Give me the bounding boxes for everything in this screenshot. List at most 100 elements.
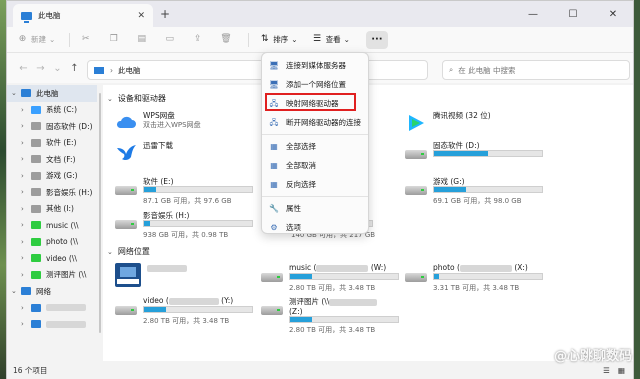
chevron-down-icon[interactable]: ⌄ [11,89,21,97]
paste-button[interactable]: ▤ [136,34,150,45]
chevron-right-icon[interactable]: › [21,238,31,246]
new-tab-button[interactable]: + [160,7,170,21]
tab-title: 此电脑 [38,11,61,20]
drive-e[interactable]: 软件 (E:) 87.1 GB 可用，共 97.6 GB [115,176,255,212]
menu-item[interactable]: ▦ 反向选择 [262,175,368,194]
sidebar-item[interactable]: › 其他 (I:) [7,201,97,218]
sidebar-item[interactable]: › 软件 (E:) [7,135,97,152]
menu-item-label: 全部选择 [286,142,316,151]
menu-item[interactable]: ▦ 全部取消 [262,156,368,175]
sidebar-item[interactable]: › 游戏 (G:) [7,168,97,185]
chevron-right-icon[interactable]: › [21,155,31,163]
recent-chevron-icon[interactable]: ⌄ [49,63,66,74]
chevron-right-icon[interactable]: › [21,221,31,229]
close-button[interactable]: ✕ [593,1,633,27]
chevron-right-icon[interactable]: › [21,122,31,130]
sidebar-item[interactable]: › [7,300,97,317]
sidebar-item[interactable]: › photo (\\ [7,234,97,251]
menu-item[interactable]: 🔧 属性 [262,199,368,218]
chevron-right-icon[interactable]: › [21,106,31,114]
chevron-right-icon[interactable]: › [21,205,31,213]
network-drive-x[interactable]: photo ( (X:) 3.31 TB 可用，共 3.48 TB [405,263,545,299]
drive-info: 双击进入WPS网盘 [143,121,201,129]
drive-free-space: 69.1 GB 可用，共 98.0 GB [433,197,522,205]
drive-name: 腾讯视频 (32 位) [433,111,491,120]
copy-button[interactable]: ❐ [108,34,122,45]
drive-free-space: 938 GB 可用，共 0.98 TB [143,231,229,239]
view-button[interactable]: ☰ 查看 ⌄ [312,34,350,45]
chevron-right-icon[interactable]: › [21,304,31,312]
menu-item[interactable]: 🖧 断开网络驱动器的连接 [262,113,368,132]
sidebar-item[interactable]: › 影音娱乐 (H:) [7,184,97,201]
item-count: 16 个项目 [13,365,48,375]
tab-this-pc[interactable]: 此电脑 ✕ [13,4,153,27]
drive-h[interactable]: 影音娱乐 (H:) 938 GB 可用，共 0.98 TB [115,210,255,246]
section-network[interactable]: ⌄ 网络位置 [107,246,150,257]
chevron-right-icon[interactable]: › [21,271,31,279]
sidebar-item[interactable]: › 测评图片 (\\ [7,267,97,284]
chevron-right-icon[interactable]: › [21,188,31,196]
drive-icon [21,287,31,296]
sidebar-item[interactable]: ⌄ 此电脑 [7,85,97,102]
sidebar-item[interactable]: › music (\\ [7,217,97,234]
details-view-icon[interactable]: ☰ [603,366,610,375]
network-drive-w[interactable]: music ( (W:) 2.80 TB 可用，共 3.48 TB [261,263,401,299]
chevron-right-icon[interactable]: › [21,139,31,147]
sidebar-item[interactable]: › [7,316,97,333]
menu-item[interactable]: 🖥 连接到媒体服务器 [262,56,368,75]
chevron-down-icon: ⌄ [107,94,113,103]
section-devices[interactable]: ⌄ 设备和驱动器 [107,93,166,104]
minimize-button[interactable]: — [513,1,553,27]
chevron-down-icon: ⌄ [49,35,56,44]
drive-g[interactable]: 游戏 (G:) 69.1 GB 可用，共 98.0 GB [405,176,545,212]
menu-item-icon: ▦ [270,141,278,151]
cut-button[interactable]: ✂ [80,34,94,45]
delete-button[interactable]: 🗑 [220,34,234,45]
sidebar-item-label: 测评图片 (\\ [46,270,87,280]
sidebar-item[interactable]: › 系统 (C:) [7,102,97,119]
chevron-right-icon[interactable]: › [21,254,31,262]
search-input[interactable]: ⌕ 在 此电脑 中搜索 [442,60,630,80]
copy-icon: ❐ [109,34,118,44]
share-button[interactable]: ⇪ [192,34,206,45]
back-arrow-icon[interactable]: ← [15,63,32,74]
section-network-title: 网络位置 [117,247,150,256]
drive-d[interactable]: 固态软件 (D:) [405,140,545,176]
menu-item[interactable]: 🖥 添加一个网络位置 [262,75,368,94]
drive-usage-bar [143,220,253,227]
menu-item[interactable]: ▦ 全部选择 [262,137,368,156]
sidebar-item[interactable]: ⌄ 网络 [7,283,97,300]
sidebar-item-label [46,320,86,328]
menu-item[interactable]: ⚙ 选项 [262,218,368,237]
tab-close-icon[interactable]: ✕ [137,11,145,21]
tiles-view-icon[interactable]: ▦ [618,366,625,375]
sidebar-item[interactable]: › 文档 (F:) [7,151,97,168]
network-drive-z[interactable]: 测评图片 (\\ (Z:) 2.80 TB 可用，共 3.48 TB [261,296,401,334]
network-synology[interactable] [115,263,255,299]
chevron-right-icon[interactable]: › [21,172,31,180]
sidebar-item[interactable]: › 固态软件 (D:) [7,118,97,135]
chevron-down-icon[interactable]: ⌄ [11,287,21,295]
drive-icon [31,254,41,263]
chevron-right-icon[interactable]: › [21,320,31,328]
sort-button[interactable]: ⇅ 排序 ⌄ [259,34,298,45]
sidebar-item[interactable]: › video (\\ [7,250,97,267]
up-arrow-icon[interactable]: ↑ [66,63,83,74]
drive-xunlei[interactable]: 迅雷下载 [115,140,255,176]
forward-arrow-icon[interactable]: → [32,63,49,74]
redacted-name [147,265,187,272]
network-drive-y[interactable]: video ( (Y:) 2.80 TB 可用，共 3.48 TB [115,296,255,332]
drive-free-space: 87.1 GB 可用，共 97.6 GB [143,197,232,205]
menu-item-icon: 🔧 [269,203,279,213]
sidebar-item-label: 网络 [36,286,51,296]
sidebar-item-label: 软件 (E:) [46,138,77,148]
rename-button[interactable]: ▭ [164,34,178,45]
search-placeholder: 在 此电脑 中搜索 [458,65,516,75]
new-button[interactable]: ⊕ 新建 ⌄ [17,34,56,45]
see-more-button[interactable]: ··· [365,30,388,49]
drive-icon [31,221,41,230]
sidebar-scrollbar[interactable] [99,93,101,333]
synology-icon [115,263,141,287]
maximize-button[interactable]: ☐ [553,1,593,27]
address-bar[interactable]: › 此电脑 [87,60,428,80]
